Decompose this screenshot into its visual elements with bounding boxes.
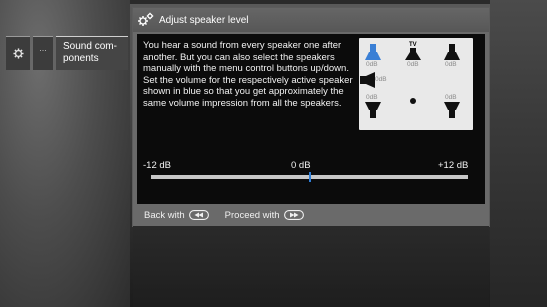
volume-slider-marker[interactable] (309, 172, 311, 182)
volume-slider[interactable] (151, 172, 468, 182)
back-button[interactable]: Back with (144, 210, 209, 221)
back-label: Back with (144, 209, 185, 221)
speaker-center[interactable] (405, 47, 421, 60)
listener-position-dot (410, 98, 416, 104)
empty-lower-area (133, 226, 489, 307)
speaker-side-left[interactable] (360, 72, 375, 88)
proceed-label: Proceed with (224, 209, 280, 221)
speaker-front-left-db: 0dB (366, 61, 378, 68)
adjust-speaker-level-dialog: Adjust speaker level You hear a sound fr… (133, 8, 489, 226)
speaker-center-icon (405, 48, 421, 60)
speaker-layout-diagram: 0dB TV 0dB 0dB 0dB 0dB 0dB (359, 38, 473, 130)
fast-forward-button-icon (283, 210, 304, 220)
speaker-rear-left-db: 0dB (366, 94, 378, 101)
dialog-footer: Back with Proceed with (133, 204, 489, 226)
nav-more-label: ... (39, 43, 47, 53)
speaker-front-right[interactable] (444, 44, 460, 60)
dialog-title: Adjust speaker level (159, 14, 249, 26)
speaker-rear-right-db: 0dB (445, 94, 457, 101)
speaker-front-right-db: 0dB (445, 61, 457, 68)
speaker-side-left-icon (360, 72, 375, 88)
speaker-rear-left-icon (365, 102, 381, 118)
speaker-settings-icon (138, 12, 154, 26)
rewind-button-icon (188, 210, 209, 220)
proceed-button[interactable]: Proceed with (225, 210, 304, 221)
speaker-rear-right-icon (444, 102, 460, 118)
nav-sound-components-label: Sound com- ponents (63, 41, 117, 64)
dialog-title-bar: Adjust speaker level (133, 8, 489, 32)
speaker-front-left[interactable] (365, 44, 381, 60)
nav-sound-components-tile[interactable]: Sound com- ponents (56, 36, 128, 70)
dialog-content: You hear a sound from every speaker one … (137, 34, 485, 204)
speaker-center-db: 0dB (407, 61, 419, 68)
nav-more-tile[interactable]: ... (33, 36, 53, 70)
speaker-front-left-icon (365, 44, 381, 60)
slider-max-label: +12 dB (438, 160, 469, 171)
slider-min-label: -12 dB (143, 160, 171, 171)
speaker-rear-left[interactable] (365, 102, 381, 118)
background-right-strip (490, 0, 547, 307)
speaker-side-left-db: 0dB (375, 76, 387, 83)
dialog-description: You hear a sound from every speaker one … (143, 40, 353, 109)
gear-icon (12, 48, 24, 59)
speaker-rear-right[interactable] (444, 102, 460, 118)
slider-mid-label: 0 dB (291, 160, 311, 171)
nav-settings-tile[interactable] (6, 36, 30, 70)
speaker-front-right-icon (444, 44, 460, 60)
